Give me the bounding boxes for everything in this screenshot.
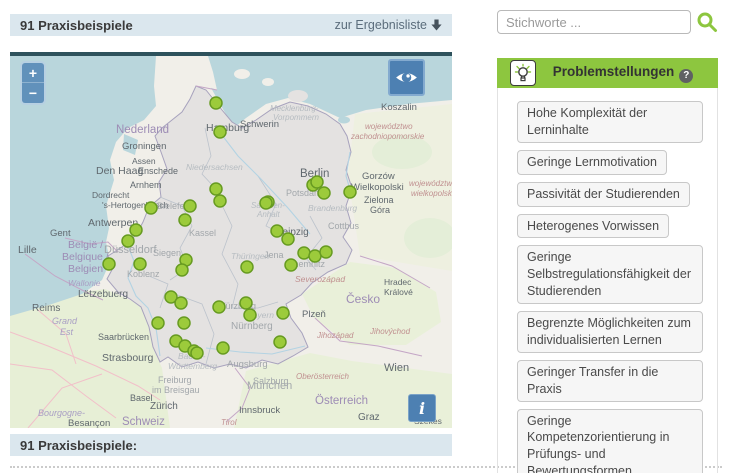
map-marker[interactable] xyxy=(344,186,356,198)
map-marker[interactable] xyxy=(260,197,272,209)
map-marker[interactable] xyxy=(309,250,321,262)
map-island-ruegen xyxy=(288,90,308,102)
map-svg[interactable]: GroningenAssenNederlandDen HaagEnschedeA… xyxy=(10,56,452,428)
filter-button[interactable]: Geringe Selbstregulationsfähigkeit der S… xyxy=(517,245,703,304)
map-marker[interactable] xyxy=(311,176,323,188)
map-marker[interactable] xyxy=(241,261,253,273)
map-marker[interactable] xyxy=(122,235,134,247)
map-marker[interactable] xyxy=(320,246,332,258)
section-problemstellungen[interactable]: Problemstellungen? xyxy=(497,58,718,88)
map-marker[interactable] xyxy=(191,347,203,359)
map-marker[interactable] xyxy=(318,187,330,199)
map-marker[interactable] xyxy=(298,247,310,259)
results-list-link[interactable]: zur Ergebnisliste xyxy=(335,18,442,32)
map-marker[interactable] xyxy=(145,202,157,214)
results-header: 91 Praxisbeispiele zur Ergebnisliste xyxy=(10,14,452,36)
map-marker[interactable] xyxy=(240,297,252,309)
map-container: GroningenAssenNederlandDen HaagEnschedeA… xyxy=(10,52,452,428)
toggle-visibility-button[interactable] xyxy=(388,59,425,96)
filter-button[interactable]: Passivität der Studierenden xyxy=(517,182,690,207)
map-marker[interactable] xyxy=(210,183,222,195)
map-marker[interactable] xyxy=(274,336,286,348)
map-island xyxy=(234,69,250,79)
map-marker[interactable] xyxy=(214,126,226,138)
results-list-link-label: zur Ergebnisliste xyxy=(335,18,427,32)
map-marker[interactable] xyxy=(277,307,289,319)
results-footer: 91 Praxisbeispiele: xyxy=(10,434,452,456)
filter-sidebar: Problemstellungen? Hohe Komplexität der … xyxy=(497,10,718,473)
map-marker[interactable] xyxy=(130,224,142,236)
map-marker[interactable] xyxy=(210,97,222,109)
search-icon xyxy=(696,11,718,33)
map-lagoon xyxy=(338,117,350,124)
section-label: Problemstellungen? xyxy=(536,64,710,83)
map-marker[interactable] xyxy=(178,317,190,329)
filter-button[interactable]: Begrenzte Möglichkeiten zum individualis… xyxy=(517,311,703,353)
map-marker[interactable] xyxy=(244,309,256,321)
filter-button[interactable]: Heterogenes Vorwissen xyxy=(517,214,669,239)
results-count-title: 91 Praxisbeispiele xyxy=(20,18,133,33)
help-badge[interactable]: ? xyxy=(679,69,693,83)
arrow-down-icon xyxy=(431,19,442,31)
map-marker[interactable] xyxy=(179,214,191,226)
map-marker[interactable] xyxy=(271,225,283,237)
lightbulb-icon xyxy=(510,60,536,86)
map-marker[interactable] xyxy=(176,264,188,276)
map-marker[interactable] xyxy=(152,317,164,329)
map-island xyxy=(262,78,274,86)
results-footer-title: 91 Praxisbeispiele: xyxy=(20,438,137,453)
map-marker[interactable] xyxy=(175,297,187,309)
map-info-button[interactable]: i xyxy=(408,394,436,422)
map-green-patch xyxy=(372,135,432,169)
filter-button[interactable]: Geringer Transfer in die Praxis xyxy=(517,360,703,402)
search-input[interactable] xyxy=(497,10,691,34)
section-problemstellungen-label: Problemstellungen xyxy=(553,64,675,79)
filter-list: Hohe Komplexität der Lerninhalte Geringe … xyxy=(497,88,718,473)
filter-button[interactable]: Geringe Kompetenzorientierung in Prüfung… xyxy=(517,409,703,473)
map-zoom-control: + − xyxy=(20,61,46,105)
zoom-in-button[interactable]: + xyxy=(22,63,44,83)
search-bar xyxy=(497,10,718,34)
map-marker[interactable] xyxy=(134,258,146,270)
map-marker[interactable] xyxy=(282,233,294,245)
search-button[interactable] xyxy=(696,10,718,34)
map-marker[interactable] xyxy=(285,259,297,271)
map-marker[interactable] xyxy=(103,258,115,270)
map-marker[interactable] xyxy=(214,195,226,207)
map-panel: 91 Praxisbeispiele zur Ergebnisliste xyxy=(10,14,452,456)
zoom-out-button[interactable]: − xyxy=(22,83,44,103)
info-icon: i xyxy=(419,399,425,418)
eye-icon xyxy=(393,64,420,91)
filter-button[interactable]: Hohe Komplexität der Lerninhalte xyxy=(517,101,703,143)
map-marker[interactable] xyxy=(213,301,225,313)
map-marker[interactable] xyxy=(184,200,196,212)
map-marker[interactable] xyxy=(217,342,229,354)
filter-button[interactable]: Geringe Lernmotivation xyxy=(517,150,667,175)
